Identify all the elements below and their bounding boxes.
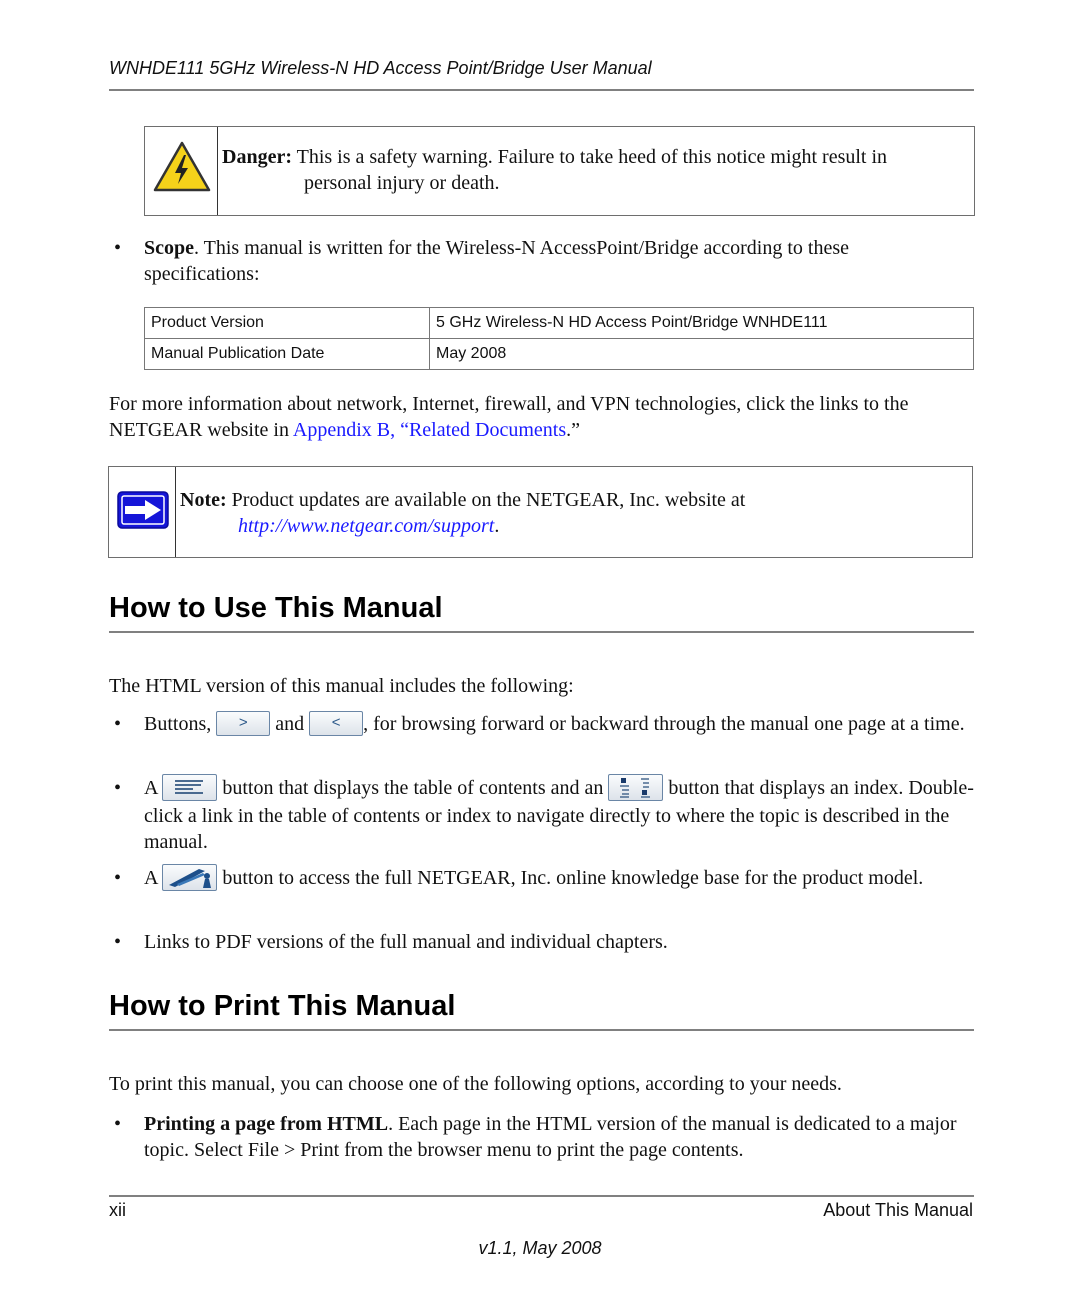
note-body: Product updates are available on the NET… — [226, 489, 746, 511]
use-item-3-suffix: button to access the full NETGEAR, Inc. … — [217, 867, 924, 889]
use-bullet-1: • — [114, 713, 122, 735]
use-item-toc-index: A button that displays the table of cont… — [144, 773, 974, 855]
use-item-2-prefix: A — [144, 777, 163, 799]
danger-body: This is a safety warning. Failure to tak… — [291, 146, 888, 168]
print-intro: To print this manual, you can choose one… — [109, 1073, 842, 1095]
use-item-3-prefix: A — [144, 867, 163, 889]
danger-label: Danger: — [222, 146, 292, 168]
use-bullet-3: • — [114, 867, 122, 889]
danger-callout: Danger: This is a safety warning. Failur… — [144, 126, 975, 216]
section-rule-use — [109, 631, 974, 633]
use-item-nav-buttons: Buttons, > and <, for browsing forward o… — [144, 710, 974, 738]
footer-section-name: About This Manual — [823, 1200, 973, 1220]
danger-icon-cell — [145, 127, 218, 215]
spec-table: Product Version 5 GHz Wireless-N HD Acce… — [144, 307, 974, 370]
scope-label: Scope — [144, 237, 194, 259]
running-header: WNHDE111 5GHz Wireless-N HD Access Point… — [109, 58, 652, 78]
more-info-suffix: .” — [566, 419, 581, 441]
more-info-paragraph: For more information about network, Inte… — [109, 391, 974, 443]
table-of-contents-button[interactable] — [162, 773, 218, 801]
print-item-html: Printing a page from HTML. Each page in … — [144, 1111, 974, 1163]
spec-value: 5 GHz Wireless-N HD Access Point/Bridge … — [429, 307, 974, 339]
note-link-suffix: . — [494, 515, 500, 537]
knowledge-base-button[interactable] — [162, 863, 218, 891]
header-rule — [109, 89, 974, 91]
previous-page-button[interactable]: < — [309, 710, 364, 736]
use-bullet-4: • — [114, 931, 122, 953]
print-bullet-1: • — [114, 1113, 122, 1135]
spec-label: Manual Publication Date — [144, 338, 430, 370]
use-item-2-middle: button that displays the table of conten… — [217, 777, 609, 799]
note-link-line: http://www.netgear.com/support. — [180, 513, 960, 539]
use-item-pdf-links: Links to PDF versions of the full manual… — [144, 931, 668, 953]
use-item-1-suffix: , for browsing forward or backward throu… — [363, 713, 965, 735]
section-heading-print: How to Print This Manual — [109, 990, 456, 1022]
warning-high-voltage-icon — [153, 141, 211, 192]
table-of-contents-icon — [175, 779, 204, 794]
table-row: Product Version 5 GHz Wireless-N HD Acce… — [144, 307, 974, 339]
print-item-label: Printing a page from HTML — [144, 1113, 389, 1135]
danger-text: Danger: This is a safety warning. Failur… — [222, 144, 972, 196]
section-heading-use: How to Use This Manual — [109, 592, 443, 624]
use-item-knowledge-base: A button to access the full NETGEAR, Inc… — [144, 863, 974, 893]
footer-version: v1.1, May 2008 — [478, 1238, 602, 1258]
note-text: Note: Product updates are available on t… — [180, 487, 960, 539]
table-row: Manual Publication Date May 2008 — [144, 338, 974, 370]
note-label: Note: — [180, 489, 227, 511]
note-callout: Note: Product updates are available on t… — [108, 466, 973, 558]
related-documents-link[interactable]: Appendix B, “Related Documents — [293, 419, 566, 441]
use-item-1-prefix: Buttons, — [144, 713, 217, 735]
footer-page-number: xii — [109, 1200, 126, 1220]
spec-label: Product Version — [144, 307, 430, 339]
index-button[interactable] — [608, 773, 664, 801]
index-icon — [620, 777, 651, 798]
note-icon-cell — [109, 467, 176, 557]
use-bullet-2: • — [114, 777, 122, 799]
next-page-button[interactable]: > — [216, 710, 271, 736]
arrow-right-icon — [117, 491, 169, 529]
scope-bullet: • — [114, 237, 122, 259]
use-intro: The HTML version of this manual includes… — [109, 675, 574, 697]
spec-value: May 2008 — [429, 338, 974, 370]
danger-body-cont: personal injury or death. — [304, 172, 500, 194]
knowledge-base-icon — [169, 868, 212, 888]
use-item-1-middle: and — [270, 713, 310, 735]
scope-paragraph: Scope. This manual is written for the Wi… — [144, 235, 944, 287]
footer-rule — [109, 1195, 974, 1197]
netgear-support-link[interactable]: http://www.netgear.com/support — [238, 515, 494, 537]
section-rule-print — [109, 1029, 974, 1031]
scope-text: . This manual is written for the Wireles… — [144, 237, 849, 285]
